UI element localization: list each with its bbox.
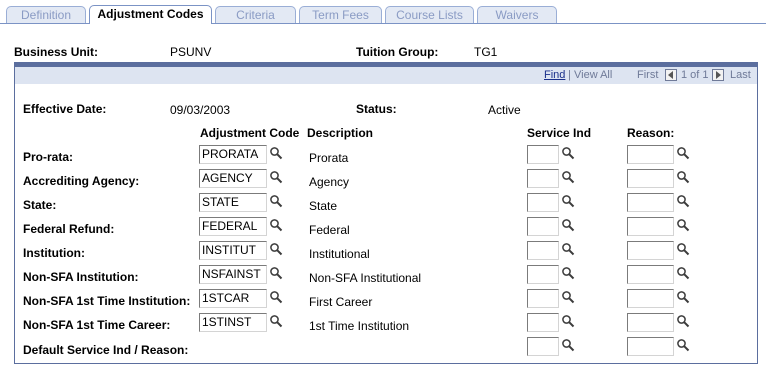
- left-arrow-icon[interactable]: [665, 69, 677, 81]
- service-ind-lookup-icon[interactable]: [561, 218, 575, 232]
- adjustment-code-field[interactable]: PRORATA: [199, 145, 267, 164]
- business-unit-value: PSUNV: [170, 45, 212, 59]
- right-arrow-icon[interactable]: [712, 69, 724, 81]
- reason-field[interactable]: [627, 217, 674, 236]
- status-value: Active: [488, 103, 521, 117]
- effective-date-value: 09/03/2003: [170, 103, 231, 117]
- service-ind-lookup-icon[interactable]: [561, 314, 575, 328]
- adjustment-description: Prorata: [309, 151, 349, 165]
- row-label: Non-SFA 1st Time Career:: [23, 318, 171, 332]
- reason-field[interactable]: [627, 265, 674, 284]
- reason-lookup-icon[interactable]: [676, 170, 690, 184]
- reason-lookup-icon[interactable]: [676, 146, 690, 160]
- reason-lookup-icon[interactable]: [676, 242, 690, 256]
- adjustment-code-field[interactable]: FEDERAL: [199, 217, 267, 236]
- reason-field[interactable]: [627, 169, 674, 188]
- service-ind-field[interactable]: [527, 289, 559, 308]
- row-label: State:: [23, 198, 57, 212]
- adjustment-description: 1st Time Institution: [309, 319, 410, 333]
- reason-lookup-icon[interactable]: [676, 194, 690, 208]
- adjustment-code-field[interactable]: AGENCY: [199, 169, 267, 188]
- tab-definition[interactable]: Definition: [6, 6, 86, 23]
- column-header-reason: Reason:: [627, 126, 675, 140]
- row-label: Federal Refund:: [23, 222, 115, 236]
- default-row-label: Default Service Ind / Reason:: [23, 343, 189, 357]
- column-header-adjustment-code: Adjustment Code: [200, 126, 300, 140]
- adjustment-code-lookup-icon[interactable]: [269, 170, 283, 184]
- tab-bar: Definition Adjustment Codes Criteria Ter…: [0, 0, 766, 25]
- service-ind-lookup-icon[interactable]: [561, 242, 575, 256]
- service-ind-field[interactable]: [527, 265, 559, 284]
- tab-term-fees[interactable]: Term Fees: [299, 6, 382, 23]
- reason-lookup-icon[interactable]: [676, 218, 690, 232]
- tab-adjustment-codes[interactable]: Adjustment Codes: [89, 5, 212, 24]
- reason-field[interactable]: [627, 145, 674, 164]
- adjustment-code-field[interactable]: INSTITUT: [199, 241, 267, 260]
- adjustment-description: Agency: [309, 175, 350, 189]
- reason-lookup-icon[interactable]: [676, 290, 690, 304]
- adjustment-code-lookup-icon[interactable]: [269, 146, 283, 160]
- adjustment-code-lookup-icon[interactable]: [269, 266, 283, 280]
- effective-date-label: Effective Date:: [23, 102, 107, 116]
- adjustment-description: Federal: [309, 223, 350, 237]
- status-label: Status:: [356, 102, 397, 116]
- row-label: Non-SFA Institution:: [23, 270, 139, 284]
- reason-field[interactable]: [627, 289, 674, 308]
- tuition-group-label: Tuition Group:: [356, 45, 439, 59]
- adjustment-code-field[interactable]: NSFAINST: [199, 265, 267, 284]
- reason-lookup-icon[interactable]: [676, 266, 690, 280]
- service-ind-field[interactable]: [527, 169, 559, 188]
- reason-field[interactable]: [627, 193, 674, 212]
- business-unit-label: Business Unit:: [14, 45, 99, 59]
- tab-criteria[interactable]: Criteria: [215, 6, 296, 23]
- view-all-link[interactable]: View All: [574, 69, 612, 81]
- nav-separator: |: [568, 69, 571, 81]
- adjustment-code-lookup-icon[interactable]: [269, 290, 283, 304]
- adjustment-code-field[interactable]: 1STINST: [199, 313, 267, 332]
- service-ind-field[interactable]: [527, 145, 559, 164]
- service-ind-field[interactable]: [527, 193, 559, 212]
- default-service-ind-lookup-icon[interactable]: [561, 338, 575, 352]
- adjustment-code-lookup-icon[interactable]: [269, 314, 283, 328]
- find-link[interactable]: Find: [544, 69, 565, 81]
- reason-field[interactable]: [627, 313, 674, 332]
- tab-waivers[interactable]: Waivers: [477, 6, 557, 23]
- service-ind-field[interactable]: [527, 241, 559, 260]
- row-label: Institution:: [23, 246, 85, 260]
- row-label: Pro-rata:: [23, 150, 74, 164]
- service-ind-lookup-icon[interactable]: [561, 170, 575, 184]
- row-label: Non-SFA 1st Time Institution:: [23, 294, 191, 308]
- adjustment-code-lookup-icon[interactable]: [269, 242, 283, 256]
- service-ind-lookup-icon[interactable]: [561, 194, 575, 208]
- service-ind-lookup-icon[interactable]: [561, 146, 575, 160]
- tab-course-lists[interactable]: Course Lists: [385, 6, 474, 23]
- adjustment-description: First Career: [309, 295, 373, 309]
- row-label: Accrediting Agency:: [23, 174, 140, 188]
- adjustment-code-lookup-icon[interactable]: [269, 194, 283, 208]
- service-ind-lookup-icon[interactable]: [561, 266, 575, 280]
- default-reason-lookup-icon[interactable]: [676, 338, 690, 352]
- adjustment-code-lookup-icon[interactable]: [269, 218, 283, 232]
- service-ind-lookup-icon[interactable]: [561, 290, 575, 304]
- first-label: First: [637, 69, 659, 81]
- adjustment-description: Non-SFA Institutional: [309, 271, 422, 285]
- service-ind-field[interactable]: [527, 313, 559, 332]
- adjustment-description: Institutional: [309, 247, 370, 261]
- reason-lookup-icon[interactable]: [676, 314, 690, 328]
- adjustment-code-field[interactable]: STATE: [199, 193, 267, 212]
- reason-field[interactable]: [627, 241, 674, 260]
- tuition-group-value: TG1: [474, 45, 498, 59]
- default-reason-field[interactable]: [627, 337, 674, 356]
- default-service-ind-field[interactable]: [527, 337, 559, 356]
- adjustment-description: State: [309, 199, 338, 213]
- service-ind-field[interactable]: [527, 217, 559, 236]
- page-count: 1 of 1: [681, 69, 709, 81]
- last-label: Last: [730, 69, 751, 81]
- column-header-service-ind: Service Ind: [527, 126, 592, 140]
- adjustment-code-field[interactable]: 1STCAR: [199, 289, 267, 308]
- column-header-description: Description: [307, 126, 374, 140]
